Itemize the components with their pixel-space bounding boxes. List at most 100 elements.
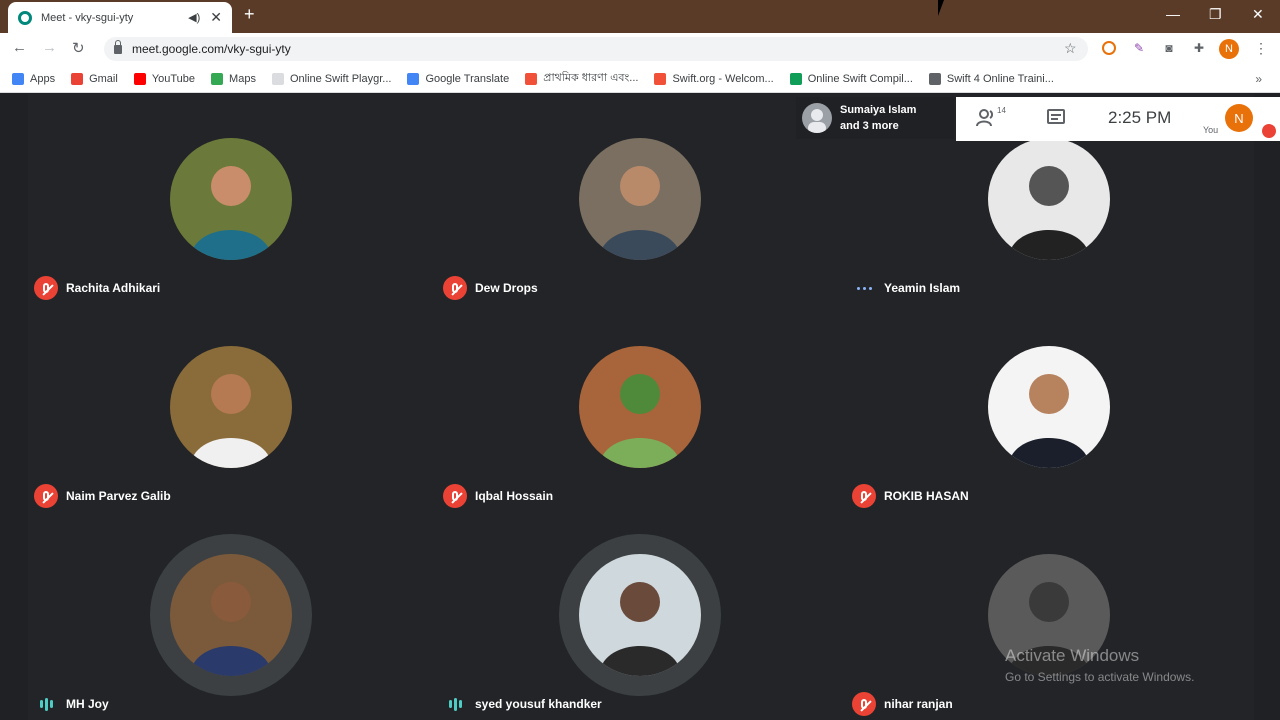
participant-tile[interactable]: Naim Parvez Galib	[28, 302, 436, 510]
tab-title: Meet - vky-sgui-yty	[41, 11, 134, 24]
participant-nameplate: Naim Parvez Galib	[34, 482, 171, 510]
participant-tile[interactable]: nihar ranjan	[846, 510, 1254, 718]
participant-name: Rachita Adhikari	[66, 281, 161, 295]
bookmark-item[interactable]: Apps	[12, 72, 56, 85]
back-icon[interactable]: ←	[12, 39, 27, 56]
bookmark-item[interactable]: Google Translate	[407, 72, 510, 85]
url-text: meet.google.com/vky-sgui-yty	[132, 42, 291, 56]
page-icon	[271, 72, 284, 85]
self-avatar[interactable]: N	[1225, 104, 1253, 132]
bookmark-item[interactable]: Online Swift Compil...	[789, 72, 913, 85]
more-dots-icon	[852, 286, 876, 290]
participant-tile[interactable]: MH Joy	[28, 510, 436, 718]
participant-tile[interactable]: Rachita Adhikari	[28, 94, 436, 302]
participant-nameplate: syed yousuf khandker	[443, 690, 602, 718]
participant-name: syed yousuf khandker	[475, 697, 602, 711]
close-window-icon[interactable]: ✕	[1252, 6, 1264, 23]
swift-org-icon	[654, 72, 667, 85]
participant-name: Dew Drops	[475, 281, 538, 295]
participant-name: nihar ranjan	[884, 697, 953, 711]
bookmark-item[interactable]: Swift 4 Online Traini...	[928, 72, 1054, 85]
presenter-more: and 3 more	[840, 120, 899, 132]
participant-name: Iqbal Hossain	[475, 489, 554, 503]
bookmark-label: Swift.org - Welcom...	[672, 72, 774, 85]
participant-nameplate: nihar ranjan	[852, 690, 953, 718]
mouse-cursor-icon	[938, 0, 950, 16]
meet-favicon	[18, 10, 32, 25]
forward-icon[interactable]: →	[42, 39, 57, 56]
minimize-icon[interactable]: —	[1166, 6, 1180, 22]
diamond-icon	[928, 72, 941, 85]
participant-avatar	[579, 554, 701, 676]
extension-circle-icon[interactable]	[1101, 40, 1117, 56]
reload-icon[interactable]: ↻	[72, 39, 85, 57]
translate-icon	[407, 72, 420, 85]
camera-extension-icon[interactable]: ◙	[1161, 40, 1177, 56]
participant-avatar	[579, 138, 701, 260]
bookmark-item[interactable]: Gmail	[71, 72, 118, 85]
mic-off-icon	[852, 484, 876, 508]
bookmark-item[interactable]: Maps	[211, 72, 256, 85]
participant-name: Naim Parvez Galib	[66, 489, 171, 503]
youtube-icon	[133, 72, 146, 85]
pen-extension-icon[interactable]: ✎	[1131, 40, 1147, 56]
participant-tile[interactable]: Iqbal Hossain	[437, 302, 845, 510]
participant-avatar	[170, 138, 292, 260]
browser-toolbar: ← → ↻ meet.google.com/vky-sgui-yty	[0, 33, 1280, 65]
activate-windows-subtitle: Go to Settings to activate Windows.	[1005, 670, 1195, 684]
more-bookmarks-icon[interactable]: »	[1255, 72, 1262, 86]
bookmark-item[interactable]: Swift.org - Welcom...	[654, 72, 774, 85]
participant-grid: Rachita Adhikari Dew Drops Yeamin Islam Nai…	[28, 94, 1254, 720]
activate-windows-title: Activate Windows	[1005, 646, 1140, 665]
participant-nameplate: Rachita Adhikari	[34, 274, 160, 302]
code-icon	[789, 72, 802, 85]
participant-name: MH Joy	[66, 697, 109, 711]
restore-icon[interactable]: ❐	[1209, 6, 1222, 23]
participant-nameplate: ROKIB HASAN	[852, 482, 969, 510]
participant-avatar	[579, 346, 701, 468]
address-bar[interactable]: meet.google.com/vky-sgui-yty	[104, 37, 1088, 61]
browser-tab[interactable]: Meet - vky-sgui-yty ◀) ✕	[8, 2, 232, 33]
participant-tile[interactable]: syed yousuf khandker	[437, 510, 845, 718]
bookmark-label: প্রাথমিক ধারণা এবং...	[543, 72, 639, 84]
bookmark-label: Apps	[30, 72, 56, 85]
bookmark-label: Google Translate	[425, 72, 510, 85]
bookmark-star-icon[interactable]: ☆	[1064, 40, 1077, 57]
profile-avatar[interactable]: N	[1219, 39, 1239, 59]
meet-stage: Rachita Adhikari Dew Drops Yeamin Islam Nai…	[0, 94, 1280, 720]
meeting-time: 2:25 PM	[1108, 108, 1172, 127]
audio-level-icon	[34, 697, 58, 711]
participant-avatar	[170, 346, 292, 468]
speaker-icon[interactable]: ◀)	[188, 11, 200, 24]
presenter-avatar	[802, 103, 832, 133]
mic-off-icon	[443, 276, 467, 300]
new-tab-button[interactable]: +	[244, 4, 255, 25]
bookmark-label: Maps	[229, 72, 256, 85]
bookmark-label: Swift 4 Online Traini...	[946, 72, 1054, 85]
maps-icon	[211, 72, 224, 85]
bookmark-item[interactable]: প্রাথমিক ধারণা এবং...	[525, 69, 638, 88]
audio-level-icon	[443, 697, 467, 711]
bookmark-item[interactable]: YouTube	[133, 72, 195, 85]
apps-grid-icon	[12, 72, 24, 85]
you-label: You	[1203, 125, 1219, 135]
bookmark-label: Online Swift Playgr...	[289, 72, 392, 85]
participant-avatar	[988, 346, 1110, 468]
mic-off-icon	[443, 484, 467, 508]
puzzle-extension-icon[interactable]: ✚	[1191, 40, 1207, 56]
participant-nameplate: MH Joy	[34, 690, 109, 718]
close-tab-icon[interactable]: ✕	[210, 9, 222, 26]
participant-avatar	[988, 138, 1110, 260]
presenter-name: Sumaiya Islam	[840, 104, 917, 116]
participant-count: 14	[997, 106, 1006, 115]
people-icon[interactable]	[976, 108, 998, 133]
browser-titlebar: Meet - vky-sgui-yty ◀) ✕ + — ❐ ✕	[0, 0, 1280, 33]
participant-tile[interactable]: Dew Drops	[437, 94, 845, 302]
browser-menu-icon[interactable]: ⋮	[1254, 40, 1268, 57]
chat-icon[interactable]	[1046, 108, 1066, 133]
self-muted-icon	[1262, 124, 1276, 138]
bookmark-item[interactable]: Online Swift Playgr...	[271, 72, 392, 85]
participant-name: ROKIB HASAN	[884, 489, 969, 503]
presenter-chip[interactable]: Sumaiya Islam and 3 more	[796, 97, 954, 139]
participant-tile[interactable]: ROKIB HASAN	[846, 302, 1254, 510]
